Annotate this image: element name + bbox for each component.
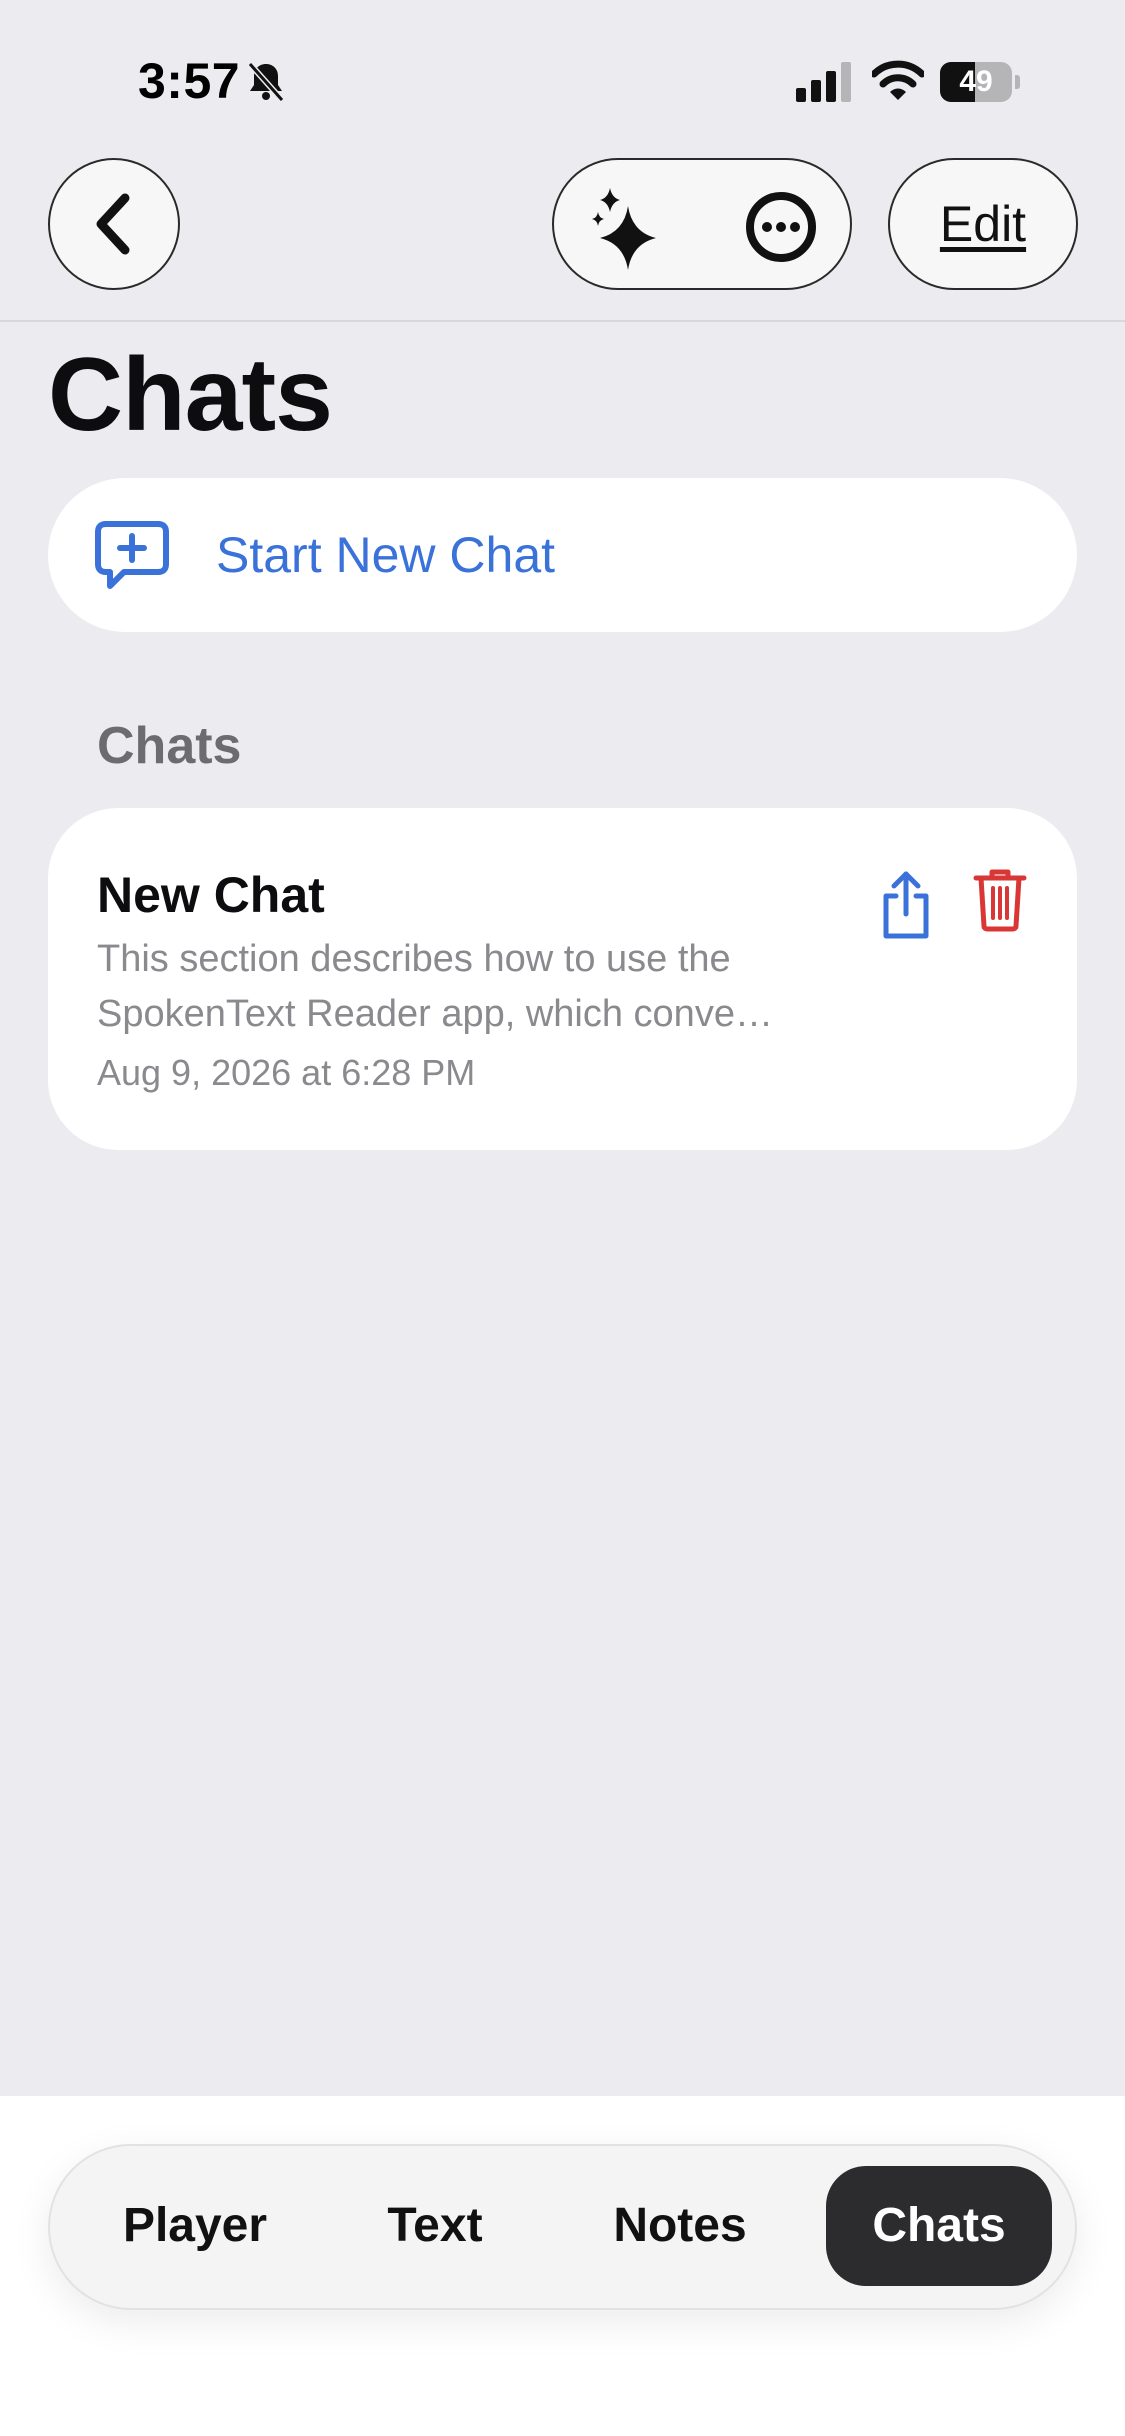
bell-slash-icon: [247, 62, 285, 102]
chat-list-item[interactable]: New Chat This section describes how to u…: [48, 808, 1077, 1150]
sparkles-icon[interactable]: [584, 182, 674, 272]
wifi-icon: [872, 60, 924, 100]
battery-percentage: 49: [959, 65, 993, 98]
tab-text[interactable]: Text: [350, 2166, 520, 2286]
chat-preview: This section describes how to use the Sp…: [97, 938, 773, 1035]
edit-button[interactable]: Edit: [888, 158, 1078, 290]
tab-chats[interactable]: Chats: [826, 2166, 1052, 2286]
section-header: Chats: [97, 717, 242, 775]
status-time: 3:57: [138, 53, 241, 109]
chevron-left-icon: [96, 193, 130, 255]
trash-icon[interactable]: [972, 866, 1028, 932]
page-title: Chats: [48, 337, 333, 453]
battery-icon: 49: [940, 62, 1020, 102]
chat-title: New Chat: [97, 867, 325, 923]
tab-bar: Player Text Notes Chats: [48, 2144, 1077, 2310]
share-icon[interactable]: [878, 868, 934, 942]
actions-group: [552, 158, 852, 290]
start-new-chat-button[interactable]: Start New Chat: [48, 478, 1077, 632]
ellipsis-circle-icon[interactable]: [744, 190, 818, 264]
tab-player[interactable]: Player: [90, 2166, 300, 2286]
start-new-chat-label: Start New Chat: [216, 527, 556, 583]
nav-divider: [0, 320, 1125, 322]
back-button[interactable]: [48, 158, 180, 290]
signal-icon: [796, 62, 851, 102]
chat-date: Aug 9, 2026 at 6:28 PM: [97, 1052, 476, 1093]
tab-notes[interactable]: Notes: [580, 2166, 780, 2286]
new-chat-icon: [95, 521, 169, 589]
